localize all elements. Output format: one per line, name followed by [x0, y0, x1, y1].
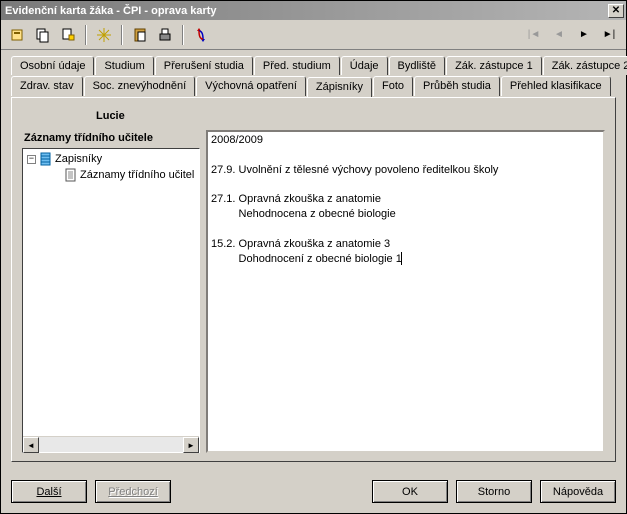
print-icon[interactable]: [154, 24, 176, 46]
scroll-track[interactable]: [39, 437, 183, 452]
tab-soc-znevyhodneni[interactable]: Soc. znevýhodnění: [84, 76, 196, 96]
document-icon: [64, 168, 77, 182]
refresh-icon[interactable]: [190, 24, 212, 46]
tree-view[interactable]: − Zapisníky Záz: [23, 149, 199, 436]
scroll-right-button[interactable]: ►: [183, 437, 199, 453]
cancel-button[interactable]: Storno: [456, 480, 532, 503]
tab-foto[interactable]: Foto: [373, 76, 413, 96]
toolbar: |◄ ◄ ► ►|: [1, 20, 626, 50]
tree-node-child[interactable]: Záznamy třídního učitel: [25, 167, 199, 183]
copy-icon[interactable]: [32, 24, 54, 46]
tab-studium[interactable]: Studium: [95, 56, 153, 75]
titlebar: Evidenční karta žáka - ČPI - oprava kart…: [1, 1, 626, 20]
close-button[interactable]: ✕: [608, 4, 624, 18]
tree-node-label: Záznamy třídního učitel: [80, 169, 194, 181]
nav-last-button[interactable]: ►|: [598, 24, 620, 46]
help-button[interactable]: Nápověda: [540, 480, 616, 503]
tab-vychovna-opatreni[interactable]: Výchovná opatření: [196, 76, 306, 96]
spark-icon[interactable]: [93, 24, 115, 46]
tab-panel: Lucie Záznamy třídního učitele − Zapisní…: [11, 97, 616, 462]
notes-textarea[interactable]: 2008/2009 27.9. Uvolnění z tělesné výcho…: [206, 130, 605, 453]
next-button[interactable]: Další: [11, 480, 87, 503]
tree-node-label: Zapisníky: [55, 153, 102, 165]
toolbar-separator: [121, 25, 123, 45]
toolbar-separator: [85, 25, 87, 45]
tab-pred-studium[interactable]: Před. studium: [254, 56, 340, 75]
tree-node-root[interactable]: − Zapisníky: [25, 151, 199, 167]
nav-prev-button[interactable]: ◄: [548, 24, 570, 46]
tab-zdrav-stav[interactable]: Zdrav. stav: [11, 76, 83, 96]
tree-expander-icon[interactable]: −: [27, 155, 36, 164]
tree-header: Záznamy třídního učitele: [22, 130, 200, 148]
tree-panel: Záznamy třídního učitele − Zapisníky: [22, 130, 200, 453]
ok-button[interactable]: OK: [372, 480, 448, 503]
button-bar: Další Předchozí OK Storno Nápověda: [1, 472, 626, 513]
toolbar-icon-3[interactable]: [57, 24, 79, 46]
tab-bydliste[interactable]: Bydliště: [389, 56, 446, 75]
tab-preruseni-studia[interactable]: Přerušení studia: [155, 56, 253, 75]
student-name: Lucie: [22, 106, 605, 130]
tab-osobni-udaje[interactable]: Osobní údaje: [11, 56, 94, 75]
toolbar-icon-1[interactable]: [7, 24, 29, 46]
tab-zapisniky[interactable]: Zápisníky: [307, 77, 372, 97]
notebook-icon: [39, 152, 52, 166]
text-caret: [401, 252, 402, 265]
content-area: Osobní údaje Studium Přerušení studia Př…: [1, 50, 626, 472]
nav-next-button[interactable]: ►: [573, 24, 595, 46]
tree-hscrollbar[interactable]: ◄ ►: [23, 436, 199, 452]
dialog-window: Evidenční karta žáka - ČPI - oprava kart…: [0, 0, 627, 514]
toolbar-separator: [182, 25, 184, 45]
tab-prubeh-studia[interactable]: Průběh studia: [414, 76, 500, 96]
tab-udaje[interactable]: Údaje: [341, 56, 388, 75]
window-title: Evidenční karta žáka - ČPI - oprava kart…: [3, 5, 606, 17]
tab-container: Osobní údaje Studium Přerušení studia Př…: [11, 56, 616, 95]
scroll-left-button[interactable]: ◄: [23, 437, 39, 453]
tab-zak-zastupce-1[interactable]: Zák. zástupce 1: [446, 56, 542, 75]
nav-first-button[interactable]: |◄: [523, 24, 545, 46]
previous-button: Předchozí: [95, 480, 171, 503]
tab-zak-zastupce-2[interactable]: Zák. zástupce 2: [543, 56, 627, 75]
paste-icon[interactable]: [129, 24, 151, 46]
tab-prehled-klasifikace[interactable]: Přehled klasifikace: [501, 76, 611, 96]
